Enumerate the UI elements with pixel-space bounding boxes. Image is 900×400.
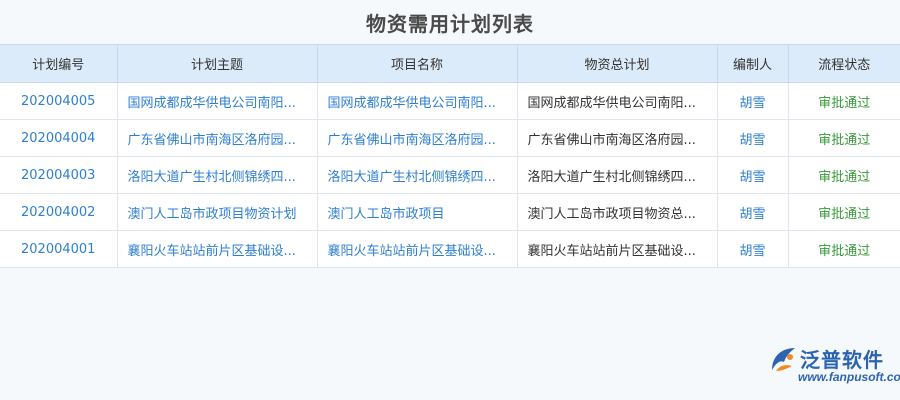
status-link[interactable]: 审批通过 bbox=[788, 119, 900, 157]
plan-theme-link[interactable]: 国网成都成华供电公司南阳... bbox=[117, 82, 318, 120]
logo-name: 泛普软件 bbox=[800, 348, 884, 372]
status-link[interactable]: 审批通过 bbox=[788, 193, 900, 231]
plan-code-link[interactable]: 202004002 bbox=[0, 193, 118, 231]
project-name-link[interactable]: 广东省佛山市南海区洛府园... bbox=[317, 119, 518, 157]
status-link[interactable]: 审批通过 bbox=[788, 156, 900, 194]
column-header-author[interactable]: 编制人 bbox=[717, 44, 789, 83]
material-plan-cell: 广东省佛山市南海区洛府园... bbox=[517, 119, 718, 157]
author-link[interactable]: 胡雪 bbox=[717, 119, 789, 157]
plan-theme-link[interactable]: 襄阳火车站站前片区基础设... bbox=[117, 230, 318, 268]
fanpu-logo: 泛普软件 www.fanpusoft.com bbox=[768, 342, 900, 386]
project-name-link[interactable]: 澳门人工岛市政项目 bbox=[317, 193, 518, 231]
table-row[interactable]: 202004004 广东省佛山市南海区洛府园... 广东省佛山市南海区洛府园..… bbox=[0, 119, 900, 157]
plan-theme-link[interactable]: 澳门人工岛市政项目物资计划 bbox=[117, 193, 318, 231]
author-link[interactable]: 胡雪 bbox=[717, 193, 789, 231]
plan-code-link[interactable]: 202004001 bbox=[0, 230, 118, 268]
author-link[interactable]: 胡雪 bbox=[717, 230, 789, 268]
page: 物资需用计划列表 计划编号 计划主题 项目名称 物资总计划 编制人 流程状态 2… bbox=[0, 0, 900, 400]
author-link[interactable]: 胡雪 bbox=[717, 156, 789, 194]
project-name-link[interactable]: 国网成都成华供电公司南阳... bbox=[317, 82, 518, 120]
page-title: 物资需用计划列表 bbox=[366, 12, 534, 36]
material-plan-cell: 洛阳大道广生村北侧锦绣四... bbox=[517, 156, 718, 194]
material-plan-cell: 国网成都成华供电公司南阳... bbox=[517, 82, 718, 120]
column-header-project-name[interactable]: 项目名称 bbox=[317, 44, 518, 83]
material-plan-cell: 澳门人工岛市政项目物资总... bbox=[517, 193, 718, 231]
project-name-link[interactable]: 洛阳大道广生村北侧锦绣四... bbox=[317, 156, 518, 194]
plan-code-link[interactable]: 202004003 bbox=[0, 156, 118, 194]
plan-table: 计划编号 计划主题 项目名称 物资总计划 编制人 流程状态 202004005 … bbox=[0, 44, 900, 268]
plan-code-link[interactable]: 202004004 bbox=[0, 119, 118, 157]
fanpu-logo-icon bbox=[772, 348, 795, 371]
plan-theme-link[interactable]: 广东省佛山市南海区洛府园... bbox=[117, 119, 318, 157]
table-row[interactable]: 202004003 洛阳大道广生村北侧锦绣四... 洛阳大道广生村北侧锦绣四..… bbox=[0, 156, 900, 194]
table-row[interactable]: 202004001 襄阳火车站站前片区基础设... 襄阳火车站站前片区基础设..… bbox=[0, 230, 900, 268]
column-header-flow-status[interactable]: 流程状态 bbox=[788, 44, 900, 83]
plan-theme-link[interactable]: 洛阳大道广生村北侧锦绣四... bbox=[117, 156, 318, 194]
material-plan-cell: 襄阳火车站站前片区基础设... bbox=[517, 230, 718, 268]
author-link[interactable]: 胡雪 bbox=[717, 82, 789, 120]
status-link[interactable]: 审批通过 bbox=[788, 82, 900, 120]
table-header-row: 计划编号 计划主题 项目名称 物资总计划 编制人 流程状态 bbox=[0, 44, 900, 83]
column-header-plan-code[interactable]: 计划编号 bbox=[0, 44, 118, 83]
table-row[interactable]: 202004005 国网成都成华供电公司南阳... 国网成都成华供电公司南阳..… bbox=[0, 82, 900, 120]
plan-code-link[interactable]: 202004005 bbox=[0, 82, 118, 120]
table-row[interactable]: 202004002 澳门人工岛市政项目物资计划 澳门人工岛市政项目 澳门人工岛市… bbox=[0, 193, 900, 231]
project-name-link[interactable]: 襄阳火车站站前片区基础设... bbox=[317, 230, 518, 268]
status-link[interactable]: 审批通过 bbox=[788, 230, 900, 268]
column-header-plan-theme[interactable]: 计划主题 bbox=[117, 44, 318, 83]
column-header-material-plan[interactable]: 物资总计划 bbox=[517, 44, 718, 83]
logo-url: www.fanpusoft.com bbox=[798, 370, 900, 384]
